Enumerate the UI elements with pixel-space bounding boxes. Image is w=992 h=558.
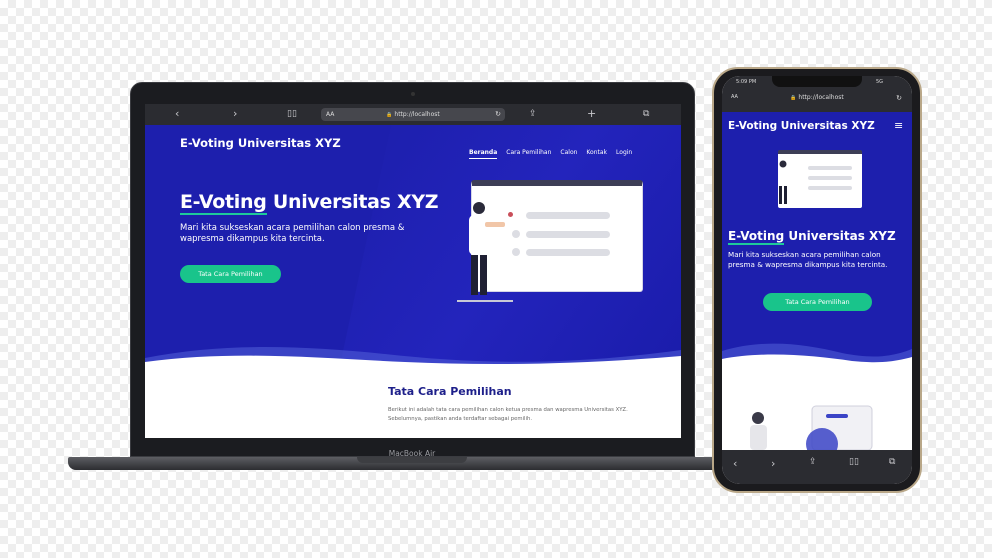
nav-item-beranda[interactable]: Beranda [469, 149, 498, 159]
hero-title-highlight: E-Voting [180, 191, 267, 215]
nav-item-calon[interactable]: Calon [560, 149, 577, 156]
phone-hero-title-rest: Universitas XYZ [784, 229, 896, 243]
phone-bottom-toolbar: ‹ › ⇪ ▯▯ ⧉ [722, 450, 912, 484]
phone-reload-icon[interactable]: ↻ [896, 94, 902, 102]
text-size-button[interactable]: AA [326, 108, 334, 121]
address-bar[interactable]: AA 🔒 http://localhost ↻ [321, 108, 505, 121]
share-icon[interactable]: ⇪ [529, 108, 537, 120]
tata-cara-button[interactable]: Tata Cara Pemilihan [180, 265, 281, 283]
phone-address-bar[interactable]: AA 🔒 http://localhost ↻ [722, 94, 912, 102]
main-nav: Beranda Cara Pemilihan Calon Kontak Login [469, 139, 641, 159]
section-heading: Tata Cara Pemilihan [388, 385, 512, 398]
hero-section: E-Voting Universitas XYZ Beranda Cara Pem… [145, 125, 681, 365]
content-section: Tata Cara Pemilihan Berikut ini adalah t… [145, 365, 681, 438]
phone-site-brand[interactable]: E-Voting Universitas XYZ [728, 120, 875, 132]
laptop-screen: ‹ › ▯▯ AA 🔒 http://localhost ↻ ⇪ + ⧉ E-V… [145, 104, 681, 438]
hero-title: E-Voting Universitas XYZ [180, 191, 439, 215]
new-tab-icon[interactable]: + [587, 108, 596, 120]
status-network: 5G [876, 79, 884, 85]
browser-toolbar: ‹ › ▯▯ AA 🔒 http://localhost ↻ ⇪ + ⧉ [145, 104, 681, 125]
presenter-illustration [457, 202, 513, 302]
back-icon[interactable]: ‹ [175, 108, 179, 120]
site-brand[interactable]: E-Voting Universitas XYZ [180, 136, 341, 150]
phone-bookmarks-icon[interactable]: ▯▯ [849, 457, 859, 467]
phone-screen: 5:09 PM 5G AA 🔒 http://localhost ↻ E-Vot… [722, 76, 912, 484]
phone-forward-icon[interactable]: › [771, 457, 775, 470]
phone-notch [772, 76, 862, 87]
bookmarks-icon[interactable]: ▯▯ [287, 108, 297, 120]
phone-browser-toolbar: 5:09 PM 5G AA 🔒 http://localhost ↻ [722, 76, 912, 112]
nav-item-login[interactable]: Login [616, 149, 632, 156]
forward-icon[interactable]: › [233, 108, 237, 120]
phone-hero-wave [722, 343, 912, 368]
section-text: Berikut ini adalah tata cara pemilihan c… [388, 407, 628, 422]
phone-hero-section: E-Voting Universitas XYZ ≡ E-Voting Univ… [722, 112, 912, 368]
phone-tabs-icon[interactable]: ⧉ [889, 457, 895, 467]
phone-tata-cara-button[interactable]: Tata Cara Pemilihan [763, 293, 872, 311]
status-time: 5:09 PM [736, 79, 757, 85]
phone-content-illustration [750, 405, 873, 450]
lock-icon: 🔒 [790, 95, 797, 101]
phone-back-icon[interactable]: ‹ [733, 457, 737, 470]
tabs-icon[interactable]: ⧉ [643, 108, 649, 120]
phone-hero-title-highlight: E-Voting [728, 229, 785, 245]
hamburger-menu-icon[interactable]: ≡ [894, 119, 903, 132]
nav-item-kontak[interactable]: Kontak [586, 149, 607, 156]
phone-hero-subtitle: Mari kita sukseskan acara pemilihan calo… [728, 250, 888, 269]
nav-item-cara-pemilihan[interactable]: Cara Pemilihan [506, 149, 551, 156]
phone-hero-title: E-Voting Universitas XYZ [728, 229, 896, 245]
phone-presenter-illustration [778, 160, 788, 204]
phone-share-icon[interactable]: ⇪ [809, 457, 817, 467]
url-text: http://localhost [394, 111, 440, 118]
hero-wave [145, 347, 681, 365]
phone-text-size-button[interactable]: AA [731, 94, 738, 100]
hero-subtitle: Mari kita sukseskan acara pemilihan calo… [180, 223, 405, 244]
device-label: MacBook Air [388, 449, 436, 458]
phone-url-text: http://localhost [798, 94, 844, 101]
hero-title-rest: Universitas XYZ [266, 191, 439, 213]
lock-icon: 🔒 [386, 112, 393, 118]
reload-icon[interactable]: ↻ [495, 108, 501, 121]
laptop-camera [411, 92, 415, 96]
